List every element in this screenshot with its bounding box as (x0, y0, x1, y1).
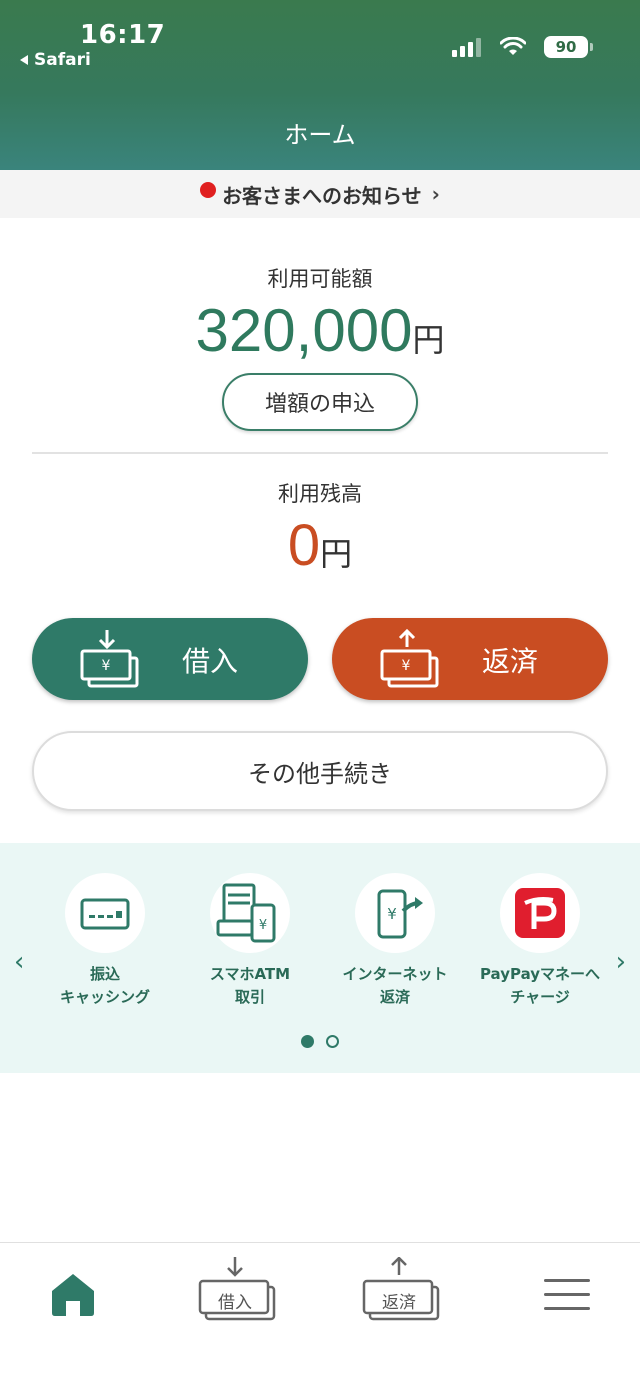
other-procedures-button[interactable]: その他手続き (32, 731, 608, 811)
repay-phone-yen-glyph: ¥ (387, 905, 397, 923)
wifi-icon (500, 37, 526, 55)
carousel-item-smartphone-atm[interactable]: ¥ スマホATM 取引 (175, 873, 325, 1009)
repay-button[interactable]: ¥ 返済 (332, 618, 608, 700)
carousel-prev-icon[interactable]: ‹ (14, 947, 24, 977)
balance-amount-value: 0 (287, 513, 321, 578)
repay-yen-icon: ¥ (380, 628, 439, 688)
page-dot-active[interactable] (301, 1035, 314, 1048)
carousel-pagination (0, 1035, 640, 1048)
tab-home[interactable] (50, 1271, 96, 1321)
card-icon (80, 898, 130, 930)
section-divider (32, 452, 608, 454)
notice-text: お客さまへのお知らせ (222, 183, 422, 208)
balance-amount: 0円 (0, 512, 640, 579)
chevron-right-icon: › (431, 182, 440, 206)
hamburger-menu-icon (544, 1279, 590, 1310)
available-amount-unit: 円 (412, 321, 445, 359)
notice-banner[interactable]: お客さまへのお知らせ › (0, 170, 640, 218)
carousel-item-internet-repay[interactable]: ¥ インターネット 返済 (320, 873, 470, 1009)
back-label: Safari (34, 50, 91, 70)
status-time: 16:17 (80, 20, 166, 50)
available-amount-label: 利用可能額 (267, 267, 373, 291)
borrow-yen-glyph: ¥ (102, 658, 111, 674)
borrow-yen-icon: ¥ (80, 630, 139, 688)
tab-borrow-label: 借入 (218, 1293, 252, 1313)
repay-yen-glyph: ¥ (402, 658, 411, 674)
back-arrow-icon (20, 55, 28, 65)
balance-amount-unit: 円 (320, 535, 353, 573)
available-amount-value: 320,000 (195, 297, 413, 364)
service-carousel: ‹ › 振込 キャッシング ¥ スマホATM 取引 ¥ インターネット 返済 P… (0, 843, 640, 1073)
page-dot[interactable] (326, 1035, 339, 1048)
atm-yen-glyph: ¥ (259, 918, 267, 933)
borrow-button[interactable]: ¥ 借入 (32, 618, 308, 700)
tab-repay[interactable]: 返済 (362, 1256, 442, 1327)
page-title: ホーム (284, 121, 356, 149)
carousel-item-label: 振込 キャッシング (59, 965, 150, 1006)
back-to-safari[interactable]: Safari (20, 50, 91, 70)
carousel-item-label: スマホATM 取引 (209, 965, 291, 1006)
app-header: 16:17 Safari 90 ホーム (0, 0, 640, 170)
phone-yen-icon: ¥ (377, 889, 423, 939)
carousel-item-label: インターネット 返済 (342, 965, 448, 1006)
battery-indicator: 90 (544, 36, 593, 58)
paypay-icon (515, 888, 565, 938)
repay-label: 返済 (482, 645, 539, 678)
tab-repay-label: 返済 (382, 1293, 416, 1313)
atm-phone-icon: ¥ (216, 883, 276, 943)
home-icon (52, 1274, 94, 1316)
balance-label: 利用残高 (278, 482, 362, 506)
carousel-item-label: PayPayマネーへ チャージ (479, 965, 601, 1006)
carousel-next-icon[interactable]: › (616, 947, 626, 977)
carousel-item-paypay-charge[interactable]: PayPayマネーへ チャージ (465, 873, 615, 1009)
increase-limit-button[interactable]: 増額の申込 (222, 373, 418, 431)
borrow-label: 借入 (182, 645, 239, 678)
available-amount: 320,000円 (0, 296, 640, 365)
notification-dot-icon (200, 182, 217, 198)
status-icons: 90 (452, 36, 593, 58)
carousel-item-transfer-cashing[interactable]: 振込 キャッシング (30, 873, 180, 1009)
cellular-signal-icon (452, 38, 481, 57)
bottom-tab-bar: 借入 返済 (0, 1242, 640, 1387)
tab-borrow[interactable]: 借入 (198, 1257, 278, 1327)
tab-menu[interactable] (544, 1275, 590, 1319)
